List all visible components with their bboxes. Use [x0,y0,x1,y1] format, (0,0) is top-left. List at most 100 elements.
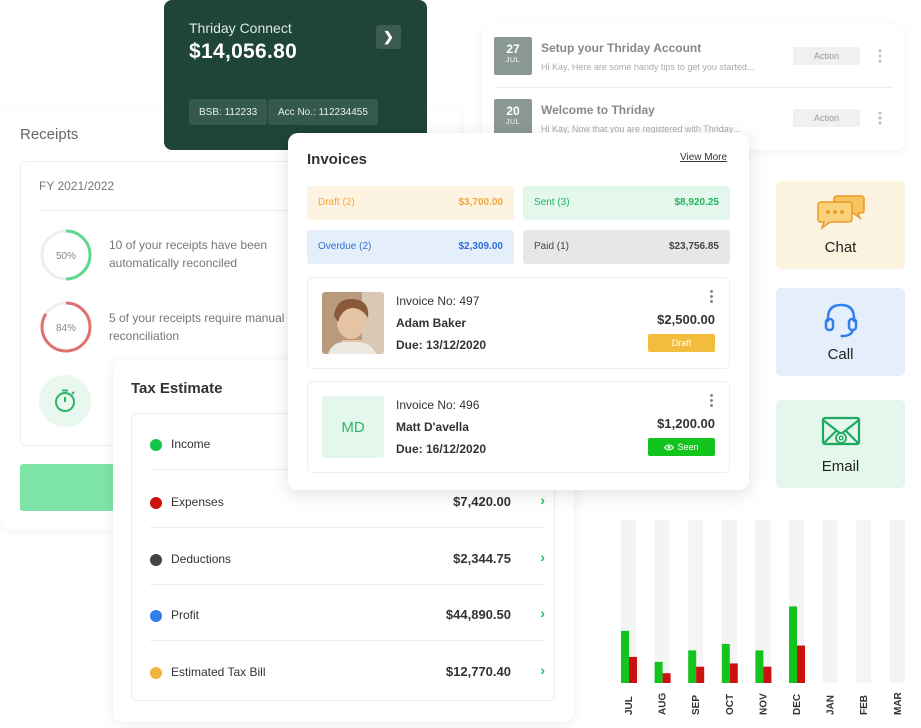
notification-title: Setup your Thriday Account [541,41,702,55]
more-options-icon[interactable] [878,111,884,125]
invoices-card: Invoices View More Draft (2) $3,700.00 Se… [288,133,749,490]
manual-reconcile-text: 5 of your receipts require manual reconc… [109,311,285,343]
account-balance: $14,056.80 [189,40,298,63]
invoice-due-date: Due: 13/12/2020 [396,338,487,352]
x-tick-label: MAR [893,691,904,715]
profit-dot [150,610,162,622]
invoice-number: Invoice No: 497 [396,294,480,308]
manual-percent: 84% [56,323,76,334]
status-badge: Seen [648,438,715,456]
invoice-due-date: Due: 16/12/2020 [396,442,487,456]
invoices-title: Invoices [307,151,368,168]
reconciled-progress-ring: 50% [40,229,92,281]
chat-label: Chat [824,239,857,256]
manual-progress-ring: 84% [40,301,92,353]
chat-bubble-icon [776,195,905,231]
bar-nov-0 [755,650,764,683]
receipts-action-button[interactable] [20,464,115,511]
tax-row-profit[interactable]: Profit $44,890.50 › [150,585,545,641]
bar-oct-1 [729,663,738,683]
tax-row-estimated-tax-bill[interactable]: Estimated Tax Bill $12,770.40 › [150,642,545,698]
x-tick-label: DEC [792,694,803,715]
income-dot [150,439,162,451]
bar-oct-0 [721,643,730,683]
x-tick-label: JAN [826,695,837,715]
chevron-right-icon[interactable]: ❯ [376,25,401,49]
bar-nov-1 [763,666,772,683]
bar-aug-1 [662,673,671,683]
bar-track [856,520,872,683]
tax-row-label: Profit [171,608,200,622]
invoice-item[interactable]: Invoice No: 497 Adam Baker Due: 13/12/20… [307,277,730,369]
email-tile[interactable]: Email [776,400,905,488]
tax-bill-dot [150,667,162,679]
monthly-bar-chart: JUL AUG SEP OCT NOV DEC JAN FEB MAR [600,515,921,723]
reconciled-text: 10 of your receipts have been automatica… [109,238,268,270]
bar-sep-0 [688,650,697,683]
more-options-icon[interactable] [710,290,714,305]
tax-row-label: Expenses [171,495,224,509]
bsb-chip: BSB: 112233 [189,99,268,125]
eye-icon [664,444,675,450]
bar-track [889,520,905,683]
draft-stat[interactable]: Draft (2) $3,700.00 [307,186,514,220]
chat-tile[interactable]: Chat [776,181,905,269]
chevron-right-icon[interactable]: › [540,662,545,678]
paid-stat[interactable]: Paid (1) $23,756.85 [523,230,730,264]
bar-dec-0 [789,606,797,683]
tax-row-label: Income [171,437,211,451]
x-tick-label: FEB [859,695,870,715]
bar-track [822,520,838,683]
email-icon [776,414,905,448]
x-tick-label: NOV [758,693,769,715]
tax-row-value: $2,344.75 [453,551,511,566]
tax-row-value: $44,890.50 [445,607,511,622]
timer-icon [39,375,91,427]
receipts-title: Receipts [20,126,79,143]
x-tick-label: SEP [691,695,702,715]
tax-row-value: $7,420.00 [453,494,511,509]
x-tick-label: OCT [725,694,736,715]
tax-row-deductions[interactable]: Deductions $2,344.75 › [150,529,545,585]
invoice-amount: $1,200.00 [657,416,715,431]
bar-jul-1 [629,656,637,683]
x-tick-label: AUG [658,693,669,715]
expenses-dot [150,497,162,509]
overdue-stat[interactable]: Overdue (2) $2,309.00 [307,230,514,264]
bank-account-card[interactable]: Thriday Connect $14,056.80 ❯ BSB: 112233… [164,0,427,150]
notification-action-button[interactable]: Action [793,109,860,127]
bar-track [654,520,670,683]
client-name: Adam Baker [396,316,467,330]
view-more-link[interactable]: View More [680,152,727,163]
bar-sep-1 [696,666,705,683]
invoice-item[interactable]: MD Invoice No: 496 Matt D'avella Due: 16… [307,381,730,473]
call-tile[interactable]: Call [776,288,905,376]
client-name: Matt D'avella [396,420,469,434]
client-initials-avatar: MD [322,396,384,458]
notification-item[interactable]: 27 JUL Setup your Thriday Account Hi Kay… [482,25,904,87]
tax-row-label: Estimated Tax Bill [171,665,266,679]
status-badge: Draft [648,334,715,352]
invoice-number: Invoice No: 496 [396,398,480,412]
notification-action-button[interactable]: Action [793,47,860,65]
reconciled-percent: 50% [56,251,76,262]
chevron-right-icon[interactable]: › [540,549,545,565]
notification-date: 27 JUL [494,37,532,75]
headset-icon [776,302,905,338]
financial-year-label: FY 2021/2022 [39,179,115,193]
more-options-icon[interactable] [878,49,884,63]
bar-aug-0 [654,661,663,683]
notification-subtitle: Hi Kay, Here are some handy tips to get … [541,62,755,72]
notification-date: 20 JUL [494,99,532,137]
chevron-right-icon[interactable]: › [540,492,545,508]
chevron-right-icon[interactable]: › [540,605,545,621]
bar-jul-0 [621,630,629,683]
account-number-chip: Acc No.: 112234455 [268,99,378,125]
tax-row-value: $12,770.40 [445,664,511,679]
x-tick-label: JUL [624,696,635,715]
more-options-icon[interactable] [710,394,714,409]
tax-estimate-title: Tax Estimate [131,380,223,397]
email-label: Email [821,458,860,475]
sent-stat[interactable]: Sent (3) $8,920.25 [523,186,730,220]
call-label: Call [827,346,854,363]
